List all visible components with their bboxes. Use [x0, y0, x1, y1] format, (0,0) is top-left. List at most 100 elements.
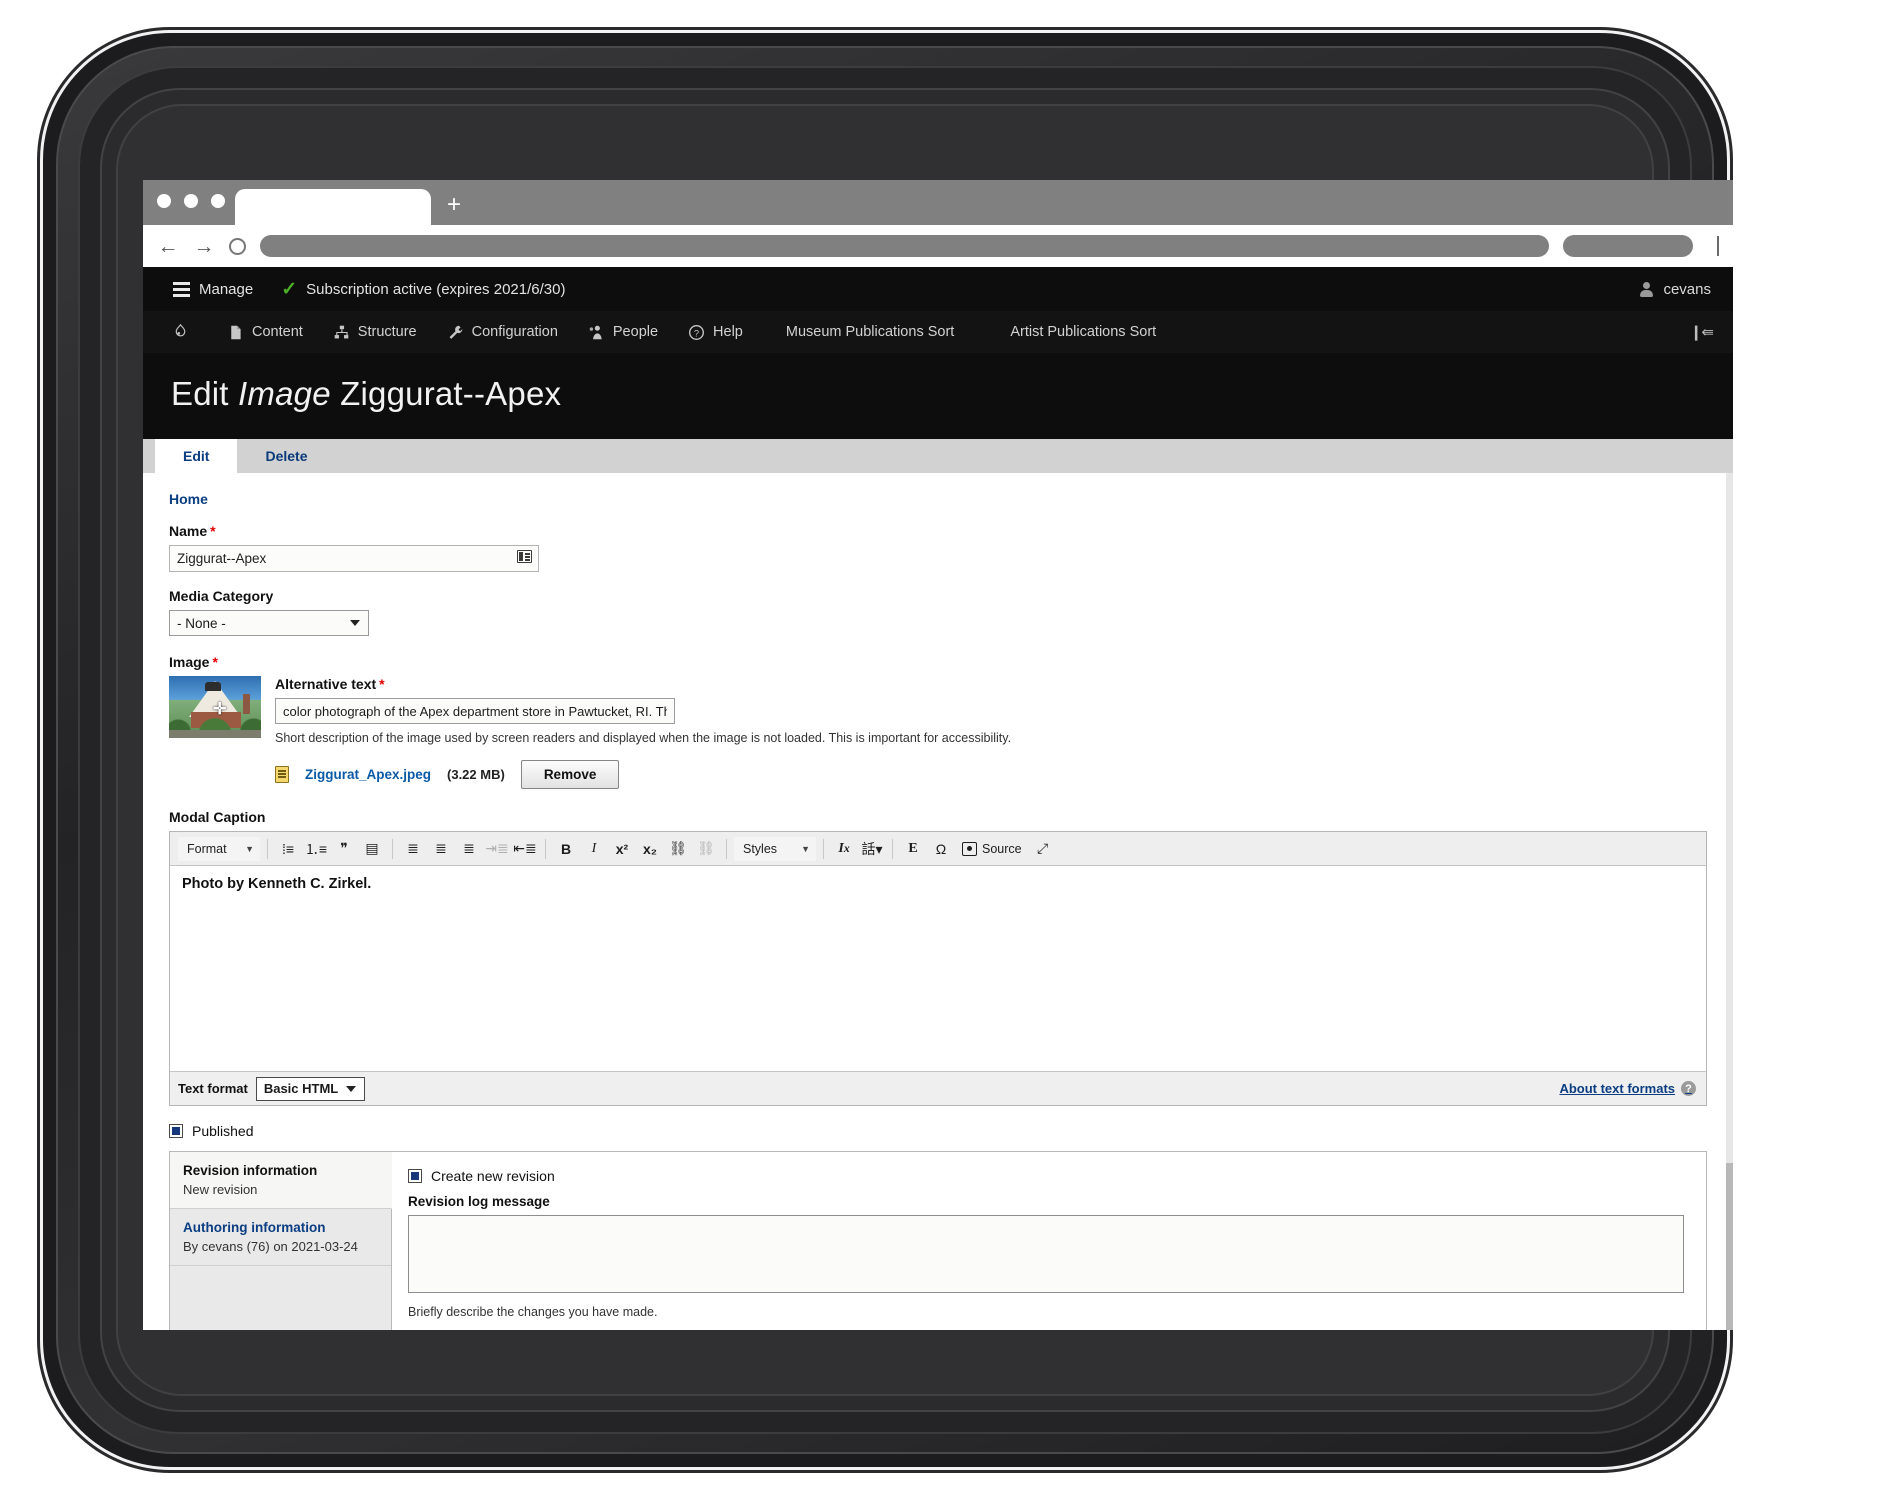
browser-extensions-bar[interactable]	[1563, 235, 1693, 257]
align-center-icon[interactable]: ≣	[428, 836, 454, 862]
superscript-icon[interactable]: x²	[609, 836, 635, 862]
outdent-icon[interactable]: ⇥≣	[484, 836, 510, 862]
svg-text:?: ?	[694, 328, 699, 338]
italic-icon[interactable]: I	[581, 836, 607, 862]
browser-tab-bar: +	[143, 180, 1733, 225]
format-dropdown-label: Format	[187, 841, 227, 856]
manage-menu-button[interactable]: Manage	[159, 267, 267, 311]
tab-edit-label: Edit	[183, 448, 210, 464]
close-window-dot[interactable]	[157, 193, 171, 208]
uploaded-file-link[interactable]: Ziggurat_Apex.jpeg	[305, 767, 431, 782]
collapse-toolbar-icon[interactable]: ❙⇚	[1690, 323, 1719, 341]
about-text-formats-link[interactable]: About text formats ?	[1559, 1081, 1696, 1096]
language-icon[interactable]: 話▾	[859, 836, 885, 862]
revision-log-textarea[interactable]	[408, 1215, 1684, 1293]
align-right-icon[interactable]: ≣	[456, 836, 482, 862]
blockquote-icon[interactable]: ❞	[331, 836, 357, 862]
nav-item-configuration[interactable]: Configuration	[432, 311, 573, 353]
text-format-value: Basic HTML	[263, 1081, 339, 1096]
toolbar-separator	[545, 838, 546, 859]
special-character-icon[interactable]: Ω	[928, 836, 954, 862]
browser-screen: + ← → Manage ✓ Subscription active (expi…	[143, 180, 1733, 1330]
editor-toolbar: Format ▼ ⁞≡ ⒈≡ ❞ ▤ ≣ ≣ ≣ ⇥≣ ⇤≣ B I x² x₂…	[170, 832, 1706, 866]
bold-icon[interactable]: B	[553, 836, 579, 862]
window-controls[interactable]	[157, 180, 225, 225]
unlink-icon[interactable]: ⛓	[693, 836, 719, 862]
align-left-icon[interactable]: ≣	[400, 836, 426, 862]
nav-item-artist-publications-sort[interactable]: Artist Publications Sort	[982, 311, 1184, 353]
modal-caption-label: Modal Caption	[169, 809, 266, 825]
page-scrollbar-thumb[interactable]	[1726, 1163, 1733, 1330]
minimize-window-dot[interactable]	[184, 193, 198, 208]
subscript-icon[interactable]: x₂	[637, 836, 663, 862]
published-checkbox[interactable]	[169, 1124, 183, 1138]
toolbar-separator	[392, 838, 393, 859]
justify-block-icon[interactable]: ▤	[359, 836, 385, 862]
toolbar-separator	[892, 838, 893, 859]
nav-item-structure-label: Structure	[357, 324, 417, 340]
revision-log-label: Revision log message	[408, 1194, 550, 1209]
maximize-window-dot[interactable]	[211, 193, 225, 208]
nav-item-content-label: Content	[252, 324, 303, 340]
green-check-icon: ✓	[281, 278, 298, 300]
nav-item-people[interactable]: People	[573, 311, 673, 353]
address-bar[interactable]	[260, 235, 1549, 257]
entity-e-icon[interactable]: E	[900, 836, 926, 862]
name-input[interactable]	[169, 545, 539, 572]
main-content: Home Name* Media Category - None - Image…	[143, 473, 1733, 1330]
autocomplete-list-icon[interactable]	[517, 550, 532, 563]
browser-tab[interactable]	[235, 189, 431, 225]
editor-footer: Text format Basic HTML About text format…	[170, 1071, 1706, 1105]
published-checkbox-row[interactable]: Published	[169, 1123, 1707, 1139]
nav-item-configuration-label: Configuration	[471, 324, 558, 340]
chevron-down-icon	[346, 1085, 357, 1092]
name-label-text: Name	[169, 523, 208, 539]
toolbar-separator	[823, 838, 824, 859]
media-category-value: - None -	[177, 615, 226, 631]
image-thumbnail[interactable]: ✛	[169, 676, 261, 738]
nav-item-structure[interactable]: Structure	[318, 311, 432, 353]
forward-icon[interactable]: →	[193, 236, 215, 257]
create-new-revision-checkbox[interactable]	[408, 1169, 422, 1183]
numbered-list-icon[interactable]: ⒈≡	[303, 836, 329, 862]
tab-delete[interactable]: Delete	[237, 439, 335, 473]
image-required-marker: *	[212, 654, 218, 670]
new-tab-button[interactable]: +	[447, 193, 461, 217]
tab-edit[interactable]: Edit	[155, 439, 238, 473]
vertical-tab-revision-information[interactable]: Revision information New revision	[170, 1152, 392, 1209]
user-account-menu[interactable]: cevans	[1639, 281, 1717, 298]
nav-item-home[interactable]	[157, 311, 212, 353]
media-category-select[interactable]: - None -	[169, 610, 369, 636]
drupal-admin-bar: Manage ✓ Subscription active (expires 20…	[143, 267, 1733, 311]
remove-file-button[interactable]: Remove	[520, 760, 620, 789]
toolbar-divider	[1717, 236, 1719, 256]
uploaded-file-size: (3.22 MB)	[447, 767, 505, 782]
reload-icon[interactable]	[229, 237, 246, 255]
alt-text-input[interactable]	[275, 698, 675, 724]
nav-item-museum-publications-sort[interactable]: Museum Publications Sort	[758, 311, 982, 353]
page-title-prefix: Edit	[171, 375, 229, 412]
text-format-select[interactable]: Basic HTML	[255, 1076, 366, 1101]
drupal-admin-nav: Content Structure Configuration People ?…	[143, 311, 1733, 353]
remove-format-icon[interactable]: Ix	[831, 836, 857, 862]
source-button[interactable]: Source	[956, 841, 1028, 856]
nav-item-help[interactable]: ? Help	[673, 311, 758, 353]
content-file-icon	[231, 325, 241, 339]
maximize-icon[interactable]: ⤢	[1030, 836, 1056, 862]
editor-body[interactable]: Photo by Kenneth C. Zirkel.	[170, 866, 1706, 1071]
create-new-revision-row[interactable]: Create new revision	[408, 1168, 1684, 1184]
published-label: Published	[192, 1123, 254, 1139]
styles-dropdown[interactable]: Styles ▼	[734, 836, 816, 861]
back-icon[interactable]: ←	[157, 236, 179, 257]
tab-delete-label: Delete	[265, 448, 308, 464]
chevron-down-icon: ▼	[801, 843, 810, 854]
link-icon[interactable]: ⛓	[665, 836, 691, 862]
breadcrumb[interactable]: Home	[169, 491, 1707, 507]
nav-item-content[interactable]: Content	[212, 311, 318, 353]
format-dropdown[interactable]: Format ▼	[178, 836, 260, 861]
indent-icon[interactable]: ⇤≣	[512, 836, 538, 862]
bulleted-list-icon[interactable]: ⁞≡	[275, 836, 301, 862]
create-new-revision-label: Create new revision	[431, 1168, 555, 1184]
page-header: Edit Image Ziggurat--Apex	[143, 353, 1733, 439]
vertical-tab-authoring-information[interactable]: Authoring information By cevans (76) on …	[170, 1209, 391, 1266]
